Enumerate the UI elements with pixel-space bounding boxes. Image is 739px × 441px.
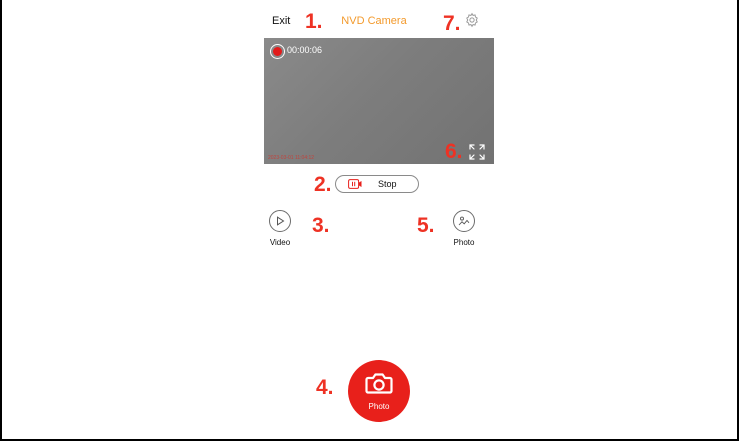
stop-label: Stop — [378, 179, 397, 189]
annotation-6: 6. — [445, 140, 463, 163]
record-dot — [273, 47, 282, 56]
camera-icon — [365, 373, 393, 394]
recording-time: 00:00:06 — [287, 45, 323, 55]
annotation-2: 2. — [314, 173, 332, 196]
stop-recording-button[interactable]: Stop — [335, 175, 419, 193]
fullscreen-icon[interactable] — [468, 143, 486, 161]
pause-record-icon — [348, 179, 362, 189]
record-indicator-icon — [270, 44, 285, 59]
annotation-4: 4. — [316, 376, 334, 399]
photo-gallery-button[interactable] — [453, 210, 475, 232]
annotation-3: 3. — [312, 214, 330, 237]
preview-timestamp: 2023-03-01 11:04:12 — [268, 155, 315, 161]
exit-button[interactable]: Exit — [272, 15, 290, 27]
video-mode-button[interactable] — [269, 210, 291, 232]
gear-icon[interactable] — [464, 12, 480, 28]
shutter-label: Photo — [368, 402, 390, 411]
app-frame: Exit 1. NVD Camera 7. 00:00:06 2023-03-0… — [0, 0, 739, 441]
gallery-icon — [458, 216, 470, 226]
annotation-7: 7. — [443, 12, 461, 35]
play-icon — [277, 216, 285, 226]
annotation-1: 1. — [305, 10, 323, 33]
video-label: Video — [269, 238, 291, 247]
gallery-label: Photo — [453, 238, 475, 247]
annotation-5: 5. — [417, 214, 435, 237]
app-title: NVD Camera — [341, 15, 407, 27]
